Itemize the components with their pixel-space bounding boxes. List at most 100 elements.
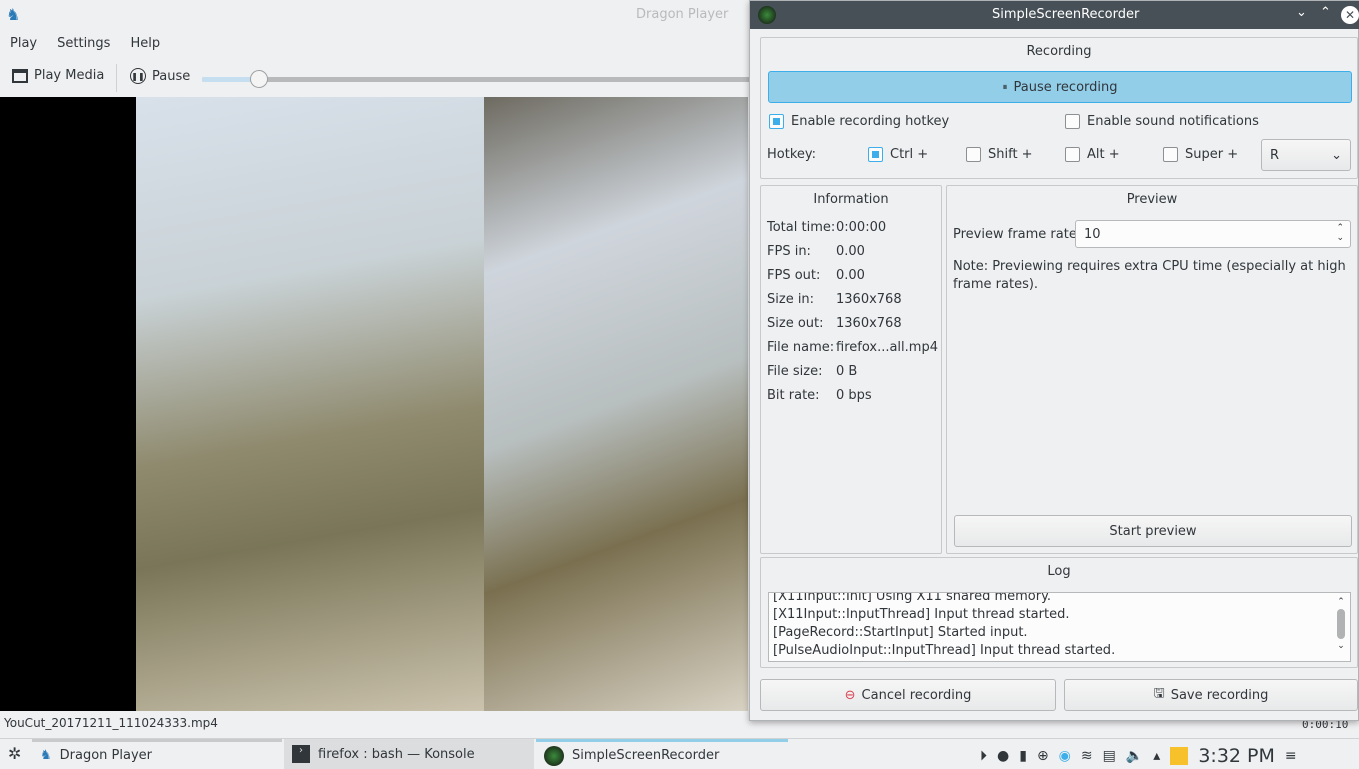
- info-row: Total time: 0:00:00: [767, 220, 886, 235]
- checkbox-box: [966, 147, 981, 162]
- start-preview-button[interactable]: Start preview: [954, 515, 1352, 547]
- info-key: Size in:: [767, 292, 815, 307]
- menu-settings[interactable]: Settings: [47, 34, 120, 56]
- notes-icon[interactable]: [1170, 747, 1189, 765]
- log-textarea[interactable]: [X11Input::Init] Using X11 shared memory…: [768, 592, 1351, 662]
- app-launcher-icon[interactable]: ✲: [8, 744, 21, 763]
- info-row: Size out: 1360x768: [767, 316, 902, 331]
- dragon-player-window: ♞ Dragon Player Play Settings Help Play …: [0, 0, 1348, 738]
- expand-tray-icon[interactable]: ▴: [1153, 748, 1160, 764]
- label: Enable sound notifications: [1087, 114, 1259, 129]
- info-value: 0 bps: [836, 388, 872, 403]
- cancel-recording-button[interactable]: ⊖ Cancel recording: [760, 679, 1056, 711]
- checkbox-box: [1065, 147, 1080, 162]
- information-group: Information Total time: 0:00:00 FPS in: 0.0…: [760, 185, 942, 554]
- save-recording-button[interactable]: 🖫 Save recording: [1064, 679, 1358, 711]
- task-konsole[interactable]: › firefox : bash — Konsole: [284, 739, 534, 769]
- minimize-icon[interactable]: ⌄: [1296, 5, 1307, 20]
- label: Shift +: [988, 147, 1033, 162]
- spin-arrows-icon[interactable]: ⌃ ⌄: [1336, 223, 1344, 243]
- media-player-icon[interactable]: ⏵: [980, 748, 987, 764]
- super-checkbox[interactable]: Super +: [1163, 147, 1238, 162]
- volume-icon[interactable]: 🔈: [1126, 748, 1143, 764]
- accessibility-icon[interactable]: ◉: [1059, 748, 1071, 764]
- terminal-icon: ›: [292, 745, 310, 763]
- label: Alt +: [1087, 147, 1120, 162]
- ctrl-checkbox[interactable]: Ctrl +: [868, 147, 928, 162]
- task-ssr[interactable]: SimpleScreenRecorder: [536, 739, 788, 769]
- preview-title: Preview: [1126, 192, 1178, 207]
- info-row: FPS in: 0.00: [767, 244, 865, 259]
- clock[interactable]: 3:32 PM: [1198, 745, 1275, 767]
- hotkey-key-select[interactable]: R ⌄: [1261, 139, 1351, 171]
- ssr-titlebar: SimpleScreenRecorder ⌄ ⌃ ✕: [750, 1, 1359, 29]
- video-frame-left: [136, 97, 484, 711]
- ssr-title: SimpleScreenRecorder: [992, 7, 1140, 22]
- status-filename: YouCut_20171211_111024333.mp4: [4, 716, 218, 730]
- log-line: [X11Input::InputThread] Input thread sta…: [773, 607, 1070, 622]
- shift-checkbox[interactable]: Shift +: [966, 147, 1033, 162]
- task-label: SimpleScreenRecorder: [572, 748, 720, 763]
- maximize-icon[interactable]: ⌃: [1320, 5, 1331, 20]
- info-row: Size in: 1360x768: [767, 292, 902, 307]
- menubar: Play Settings Help: [0, 34, 170, 56]
- info-row: FPS out: 0.00: [767, 268, 865, 283]
- recording-title: Recording: [1026, 44, 1092, 59]
- updates-icon[interactable]: ⊕: [1037, 748, 1049, 764]
- label: Save recording: [1170, 687, 1269, 703]
- preview-note: Note: Previewing requires extra CPU time…: [953, 259, 1346, 292]
- seek-slider[interactable]: [202, 70, 762, 88]
- pause-icon: ⏸: [1002, 81, 1008, 93]
- log-line: [PulseAudioInput::InputThread] Input thr…: [773, 643, 1116, 658]
- seek-handle[interactable]: [250, 70, 268, 88]
- log-line: [X11Input::Init] Using X11 shared memory…: [773, 592, 1052, 604]
- info-key: File name:: [767, 340, 835, 355]
- info-key: Bit rate:: [767, 388, 820, 403]
- info-value: 0.00: [836, 244, 865, 259]
- system-tray: ⏵ ● ▮ ⊕ ◉ ≋ ▤ 🔈 ▴ 3:32 PM ≡: [980, 745, 1297, 767]
- clipboard-icon[interactable]: ▤: [1103, 748, 1116, 764]
- menu-help[interactable]: Help: [120, 34, 170, 56]
- pause-icon: ❚❚: [130, 68, 146, 84]
- info-key: Total time:: [767, 220, 836, 235]
- hotkey-label: Hotkey:: [767, 147, 817, 162]
- ssr-icon: [544, 745, 564, 766]
- pause-recording-label: Pause recording: [1013, 79, 1118, 95]
- checkbox-box: [1065, 114, 1080, 129]
- label: Cancel recording: [861, 687, 972, 703]
- info-key: FPS out:: [767, 268, 821, 283]
- alt-checkbox[interactable]: Alt +: [1065, 147, 1120, 162]
- info-row: File name: firefox...all.mp4: [767, 340, 938, 355]
- ssr-app-icon: [758, 6, 776, 24]
- window-title: Dragon Player: [636, 7, 729, 22]
- info-row: Bit rate: 0 bps: [767, 388, 872, 403]
- save-icon: 🖫: [1153, 686, 1165, 701]
- pause-recording-button[interactable]: ⏸ Pause recording: [768, 71, 1352, 103]
- info-value: firefox...all.mp4: [836, 340, 938, 355]
- info-value: 1360x768: [836, 316, 902, 331]
- usb-icon[interactable]: ▮: [1019, 748, 1027, 764]
- checkbox-box: [1163, 147, 1178, 162]
- wifi-icon[interactable]: ≋: [1081, 748, 1093, 764]
- task-label: Dragon Player: [59, 748, 153, 763]
- selected-key: R: [1270, 147, 1280, 163]
- ssr-tray-icon[interactable]: ●: [997, 748, 1009, 764]
- scrollbar-thumb[interactable]: [1337, 609, 1345, 639]
- menu-icon[interactable]: ≡: [1285, 748, 1297, 764]
- pause-label: Pause: [152, 68, 191, 84]
- video-area[interactable]: [0, 97, 748, 711]
- log-scrollbar[interactable]: ⌃ ⌄: [1336, 597, 1346, 659]
- info-key: FPS in:: [767, 244, 811, 259]
- task-dragon-player[interactable]: ♞ Dragon Player: [32, 739, 282, 769]
- menu-play[interactable]: Play: [0, 34, 47, 56]
- pause-button[interactable]: ❚❚ Pause: [130, 68, 190, 84]
- enable-sound-checkbox[interactable]: Enable sound notifications: [1065, 114, 1259, 129]
- preview-rate-spinbox[interactable]: 10 ⌃ ⌄: [1075, 220, 1351, 248]
- log-group: Log [X11Input::Init] Using X11 shared me…: [760, 557, 1358, 668]
- close-icon[interactable]: ✕: [1341, 6, 1359, 24]
- enable-hotkey-checkbox[interactable]: Enable recording hotkey: [769, 114, 949, 129]
- preview-rate-label: Preview frame rate:: [953, 227, 1082, 242]
- task-label: firefox : bash — Konsole: [318, 746, 475, 762]
- play-media-button[interactable]: Play Media: [12, 68, 104, 83]
- info-value: 0:00:00: [836, 220, 887, 235]
